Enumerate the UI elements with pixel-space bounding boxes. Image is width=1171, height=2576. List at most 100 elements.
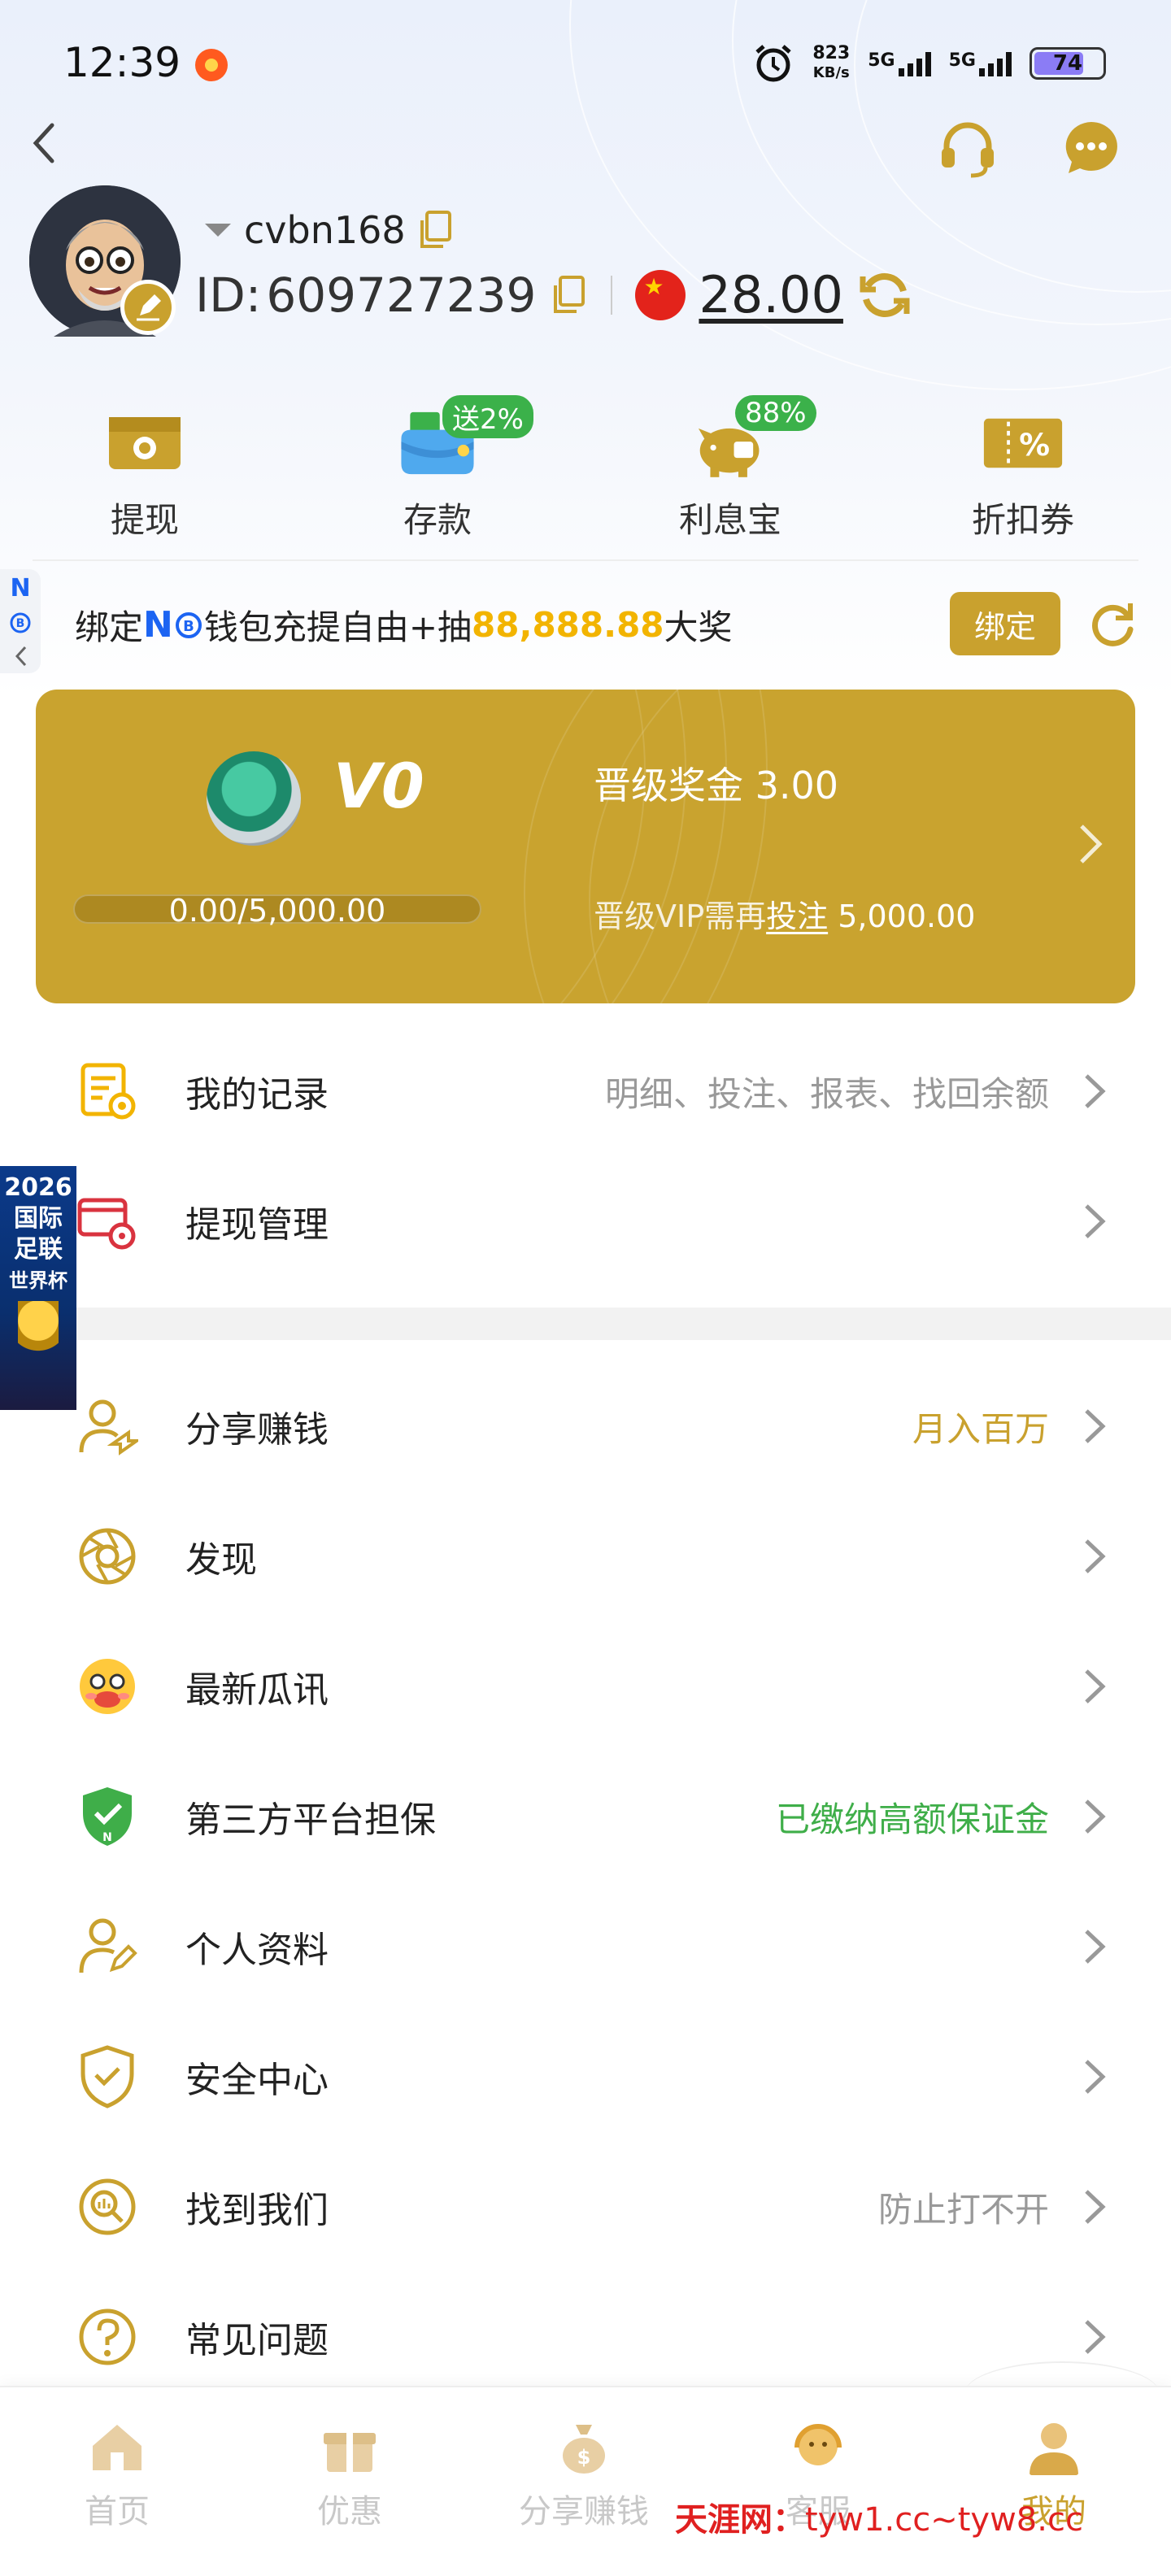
chevron-right-icon xyxy=(1085,1204,1106,1238)
watermark: 天涯网：tyw1.cc~tyw8.cc xyxy=(675,2493,1083,2540)
svg-text:B: B xyxy=(16,617,25,630)
status-icons: 823 KB/s 5G 5G 74 xyxy=(752,37,1106,89)
quick-action-label: 提现 xyxy=(110,500,179,540)
signal-bars-icon xyxy=(979,50,1012,76)
row-label: 发现 xyxy=(185,1539,257,1581)
deposit-wallet-icon: 送2% xyxy=(397,395,533,480)
vip-card[interactable]: V0 晋级奖金 3.00 0.00/5,000.00 晋级VIP需再投注 5,0… xyxy=(36,690,1135,1003)
quick-action-label: 折扣券 xyxy=(971,500,1074,540)
row-label: 我的记录 xyxy=(185,1074,329,1116)
row-label: 提现管理 xyxy=(185,1204,329,1246)
bind-prefix: 绑定 xyxy=(75,607,144,647)
nav-home[interactable]: 首页 xyxy=(36,2418,198,2532)
chevron-right-icon xyxy=(1085,1539,1106,1573)
nav-promotions[interactable]: 优惠 xyxy=(268,2418,431,2532)
quick-action-deposit[interactable]: 送2% 存款 xyxy=(356,395,533,545)
copy-id-icon[interactable] xyxy=(549,274,588,316)
dropdown-caret-icon[interactable] xyxy=(202,220,234,240)
menu-row-news[interactable]: 最新瓜讯 xyxy=(0,1621,1171,1751)
chevron-right-icon xyxy=(1085,2190,1106,2224)
user-profile-icon xyxy=(1030,2423,1078,2475)
trophy-icon xyxy=(18,1301,59,1366)
china-flag-icon xyxy=(635,269,686,320)
username-row: cvbn168 xyxy=(202,208,455,252)
chevron-left-icon xyxy=(33,123,54,163)
vip-progress-text: 0.00/5,000.00 xyxy=(168,893,386,929)
records-icon xyxy=(75,1059,140,1124)
svg-text:N: N xyxy=(102,1831,112,1844)
refresh-icon xyxy=(1092,603,1134,646)
vip-requirement: 晋级VIP需再投注 5,000.00 xyxy=(594,891,975,936)
n-wallet-logo-icon: B xyxy=(175,611,202,638)
svg-text:%: % xyxy=(1019,427,1050,463)
n-wallet-brand: N xyxy=(143,604,173,646)
bind-wallet-banner: 绑定 N B 钱包充提自由+抽 88,888.88 大奖 xyxy=(75,600,733,650)
menu-row-share-earn[interactable]: 分享赚钱 月入百万 xyxy=(0,1361,1171,1491)
row-label: 常见问题 xyxy=(185,2320,329,2361)
quick-action-coupon[interactable]: % 折扣券 xyxy=(942,407,1104,545)
quick-action-withdraw[interactable]: 提现 xyxy=(63,407,226,545)
refresh-balance-icon[interactable] xyxy=(856,267,913,324)
nav-label: 优惠 xyxy=(317,2493,382,2530)
quick-action-label: 存款 xyxy=(403,500,472,540)
id-label: ID: xyxy=(195,267,262,323)
row-hint: 明细、投注、报表、找回余额 xyxy=(604,1073,1049,1114)
quick-action-interest[interactable]: 88% 利息宝 xyxy=(649,395,816,545)
vip-level: V0 xyxy=(333,750,424,822)
chevron-right-icon xyxy=(1085,1799,1106,1834)
bet-link[interactable]: 投注 xyxy=(766,899,828,934)
balance-amount[interactable]: 28.00 xyxy=(699,265,843,324)
bind-middle: 钱包充提自由+抽 xyxy=(203,607,472,647)
refresh-button[interactable] xyxy=(1083,595,1140,652)
row-label: 第三方平台担保 xyxy=(185,1799,436,1841)
bind-suffix: 大奖 xyxy=(664,607,733,647)
row-hint: 防止打不开 xyxy=(877,2189,1049,2230)
section-gap xyxy=(0,1308,1171,1340)
menu-row-guarantee[interactable]: N 第三方平台担保 已缴纳高额保证金 xyxy=(0,1751,1171,1882)
copy-username-icon[interactable] xyxy=(416,209,455,251)
menu-row-security[interactable]: 安全中心 xyxy=(0,2012,1171,2142)
menu-row-find-us[interactable]: 找到我们 防止打不开 xyxy=(0,2142,1171,2272)
row-label: 安全中心 xyxy=(185,2060,329,2101)
chevron-right-icon xyxy=(1085,2320,1106,2354)
gift-icon xyxy=(324,2433,376,2472)
profile-edit-icon xyxy=(75,1914,140,1979)
side-collapse-tab[interactable]: N B xyxy=(0,569,41,673)
menu-row-withdraw-manage[interactable]: 提现管理 xyxy=(0,1156,1171,1286)
faq-question-icon xyxy=(75,2304,140,2369)
customer-service-button[interactable] xyxy=(935,115,1000,181)
vip-need-prefix: 晋级VIP需再 xyxy=(594,899,767,934)
vip-need-amount: 5,000.00 xyxy=(828,899,976,934)
row-hint: 已缴纳高额保证金 xyxy=(775,1799,1049,1839)
user-id: 609727239 xyxy=(266,267,537,323)
username: cvbn168 xyxy=(244,208,406,252)
messages-button[interactable] xyxy=(1059,115,1124,181)
withdraw-cash-icon xyxy=(104,407,185,480)
bind-button[interactable]: 绑定 xyxy=(950,592,1060,655)
news-emoji-icon xyxy=(75,1654,140,1719)
banner-line: 2026 xyxy=(4,1173,72,1202)
menu-row-discover[interactable]: 发现 xyxy=(0,1491,1171,1621)
svg-text:$: $ xyxy=(577,2446,591,2469)
interest-badge: 88% xyxy=(735,395,816,431)
status-time: 12:39 xyxy=(63,39,181,86)
find-us-icon xyxy=(75,2174,140,2239)
chevron-right-icon xyxy=(1085,2060,1106,2094)
back-button[interactable] xyxy=(20,119,68,168)
banner-line: 世界杯 xyxy=(9,1269,67,1292)
share-earn-icon xyxy=(75,1394,140,1459)
menu-row-records[interactable]: 我的记录 明细、投注、报表、找回余额 xyxy=(0,1026,1171,1156)
menu-row-profile[interactable]: 个人资料 xyxy=(0,1882,1171,2012)
nav-share-earn[interactable]: $ 分享赚钱 xyxy=(503,2418,665,2532)
vip-bonus: 晋级奖金 3.00 xyxy=(594,764,839,807)
home-icon xyxy=(93,2425,141,2470)
edit-avatar-button[interactable] xyxy=(120,280,176,335)
chevron-right-icon xyxy=(1085,1930,1106,1964)
withdraw-manage-icon xyxy=(75,1189,140,1254)
watermark-site: 天涯网： xyxy=(675,2501,805,2539)
row-label: 个人资料 xyxy=(185,1930,329,1971)
chevron-right-icon xyxy=(1080,825,1103,864)
nav-label: 首页 xyxy=(85,2493,150,2530)
signal-1: 5G xyxy=(868,50,931,76)
n-wallet-logo-icon: B xyxy=(10,612,31,633)
